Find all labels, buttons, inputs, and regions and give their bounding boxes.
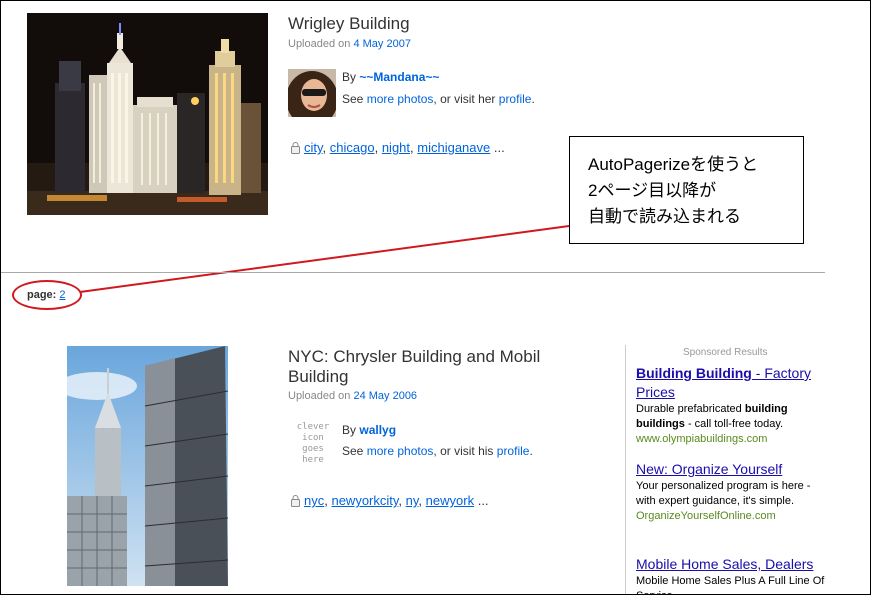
tag-icon <box>291 495 300 507</box>
ad-description: Your personalized program is here - with… <box>636 480 811 507</box>
username-link[interactable]: wallyg <box>359 423 396 437</box>
chrysler-building-photo[interactable] <box>67 346 228 586</box>
ad-url[interactable]: www.olympiabuildings.com <box>636 432 826 447</box>
sponsored-ad: Building Building - Factory Prices Durab… <box>636 364 826 447</box>
tags-ellipsis: ... <box>477 493 489 508</box>
byline: By wallyg <box>342 423 396 437</box>
ad-headline-bold: Building Building <box>636 365 752 381</box>
clever-line: icon <box>302 433 324 443</box>
tag-link[interactable]: ny <box>406 493 419 508</box>
sponsored-divider <box>625 345 626 594</box>
ad-description: Mobile Home Sales Plus A Full Line Of Se… <box>636 575 825 594</box>
ad-desc-text: Durable prefabricated <box>636 403 745 415</box>
sponsored-ad: New: Organize Yourself Your personalized… <box>636 460 826 524</box>
see-more-line: See more photos, or visit his profile. <box>342 444 533 458</box>
clever-line: goes <box>302 444 324 454</box>
sponsored-title: Sponsored Results <box>683 347 768 358</box>
ad-headline-link[interactable]: Building Building - Factory Prices <box>636 365 811 400</box>
more-photos-link[interactable]: more photos <box>367 444 434 458</box>
upload-date-link[interactable]: 24 May 2006 <box>353 390 417 402</box>
profile-suffix: . <box>529 444 533 458</box>
ad-headline-link[interactable]: Mobile Home Sales, Dealers <box>636 556 813 572</box>
result-title-line: Building <box>288 367 349 386</box>
section-divider <box>1 272 825 273</box>
page-frame: Wrigley Building Uploaded on 4 May 2007 … <box>0 0 871 595</box>
profile-link[interactable]: profile <box>497 444 530 458</box>
tag-link[interactable]: newyorkcity <box>331 493 398 508</box>
clever-line: clever <box>296 422 330 432</box>
tags-list: nyc, newyorkcity, ny, newyork ... <box>291 493 489 508</box>
clever-line: here <box>302 455 324 465</box>
uploaded-label: Uploaded on <box>288 390 351 402</box>
visit-text: , or visit his <box>433 444 494 458</box>
sponsored-ad: Mobile Home Sales, Dealers Mobile Home S… <box>636 555 826 594</box>
result-title[interactable]: NYC: Chrysler Building and Mobil Buildin… <box>288 347 540 387</box>
placeholder-buddy-icon[interactable]: clever icon goes here <box>291 422 335 466</box>
tag-link[interactable]: nyc <box>304 493 324 508</box>
ad-description: Durable prefabricated building buildings… <box>636 402 826 432</box>
tag-link[interactable]: newyork <box>426 493 474 508</box>
by-label: By <box>342 423 357 437</box>
ad-desc-text: - call toll-free today. <box>684 418 784 430</box>
upload-date: Uploaded on 24 May 2006 <box>288 390 417 402</box>
annotation-ellipse <box>12 280 82 310</box>
result-title-line: NYC: Chrysler Building and Mobil <box>288 347 541 366</box>
ad-headline-link[interactable]: New: Organize Yourself <box>636 461 782 477</box>
see-label: See <box>342 444 364 458</box>
ad-url[interactable]: OrganizeYourselfOnline.com <box>636 509 826 524</box>
